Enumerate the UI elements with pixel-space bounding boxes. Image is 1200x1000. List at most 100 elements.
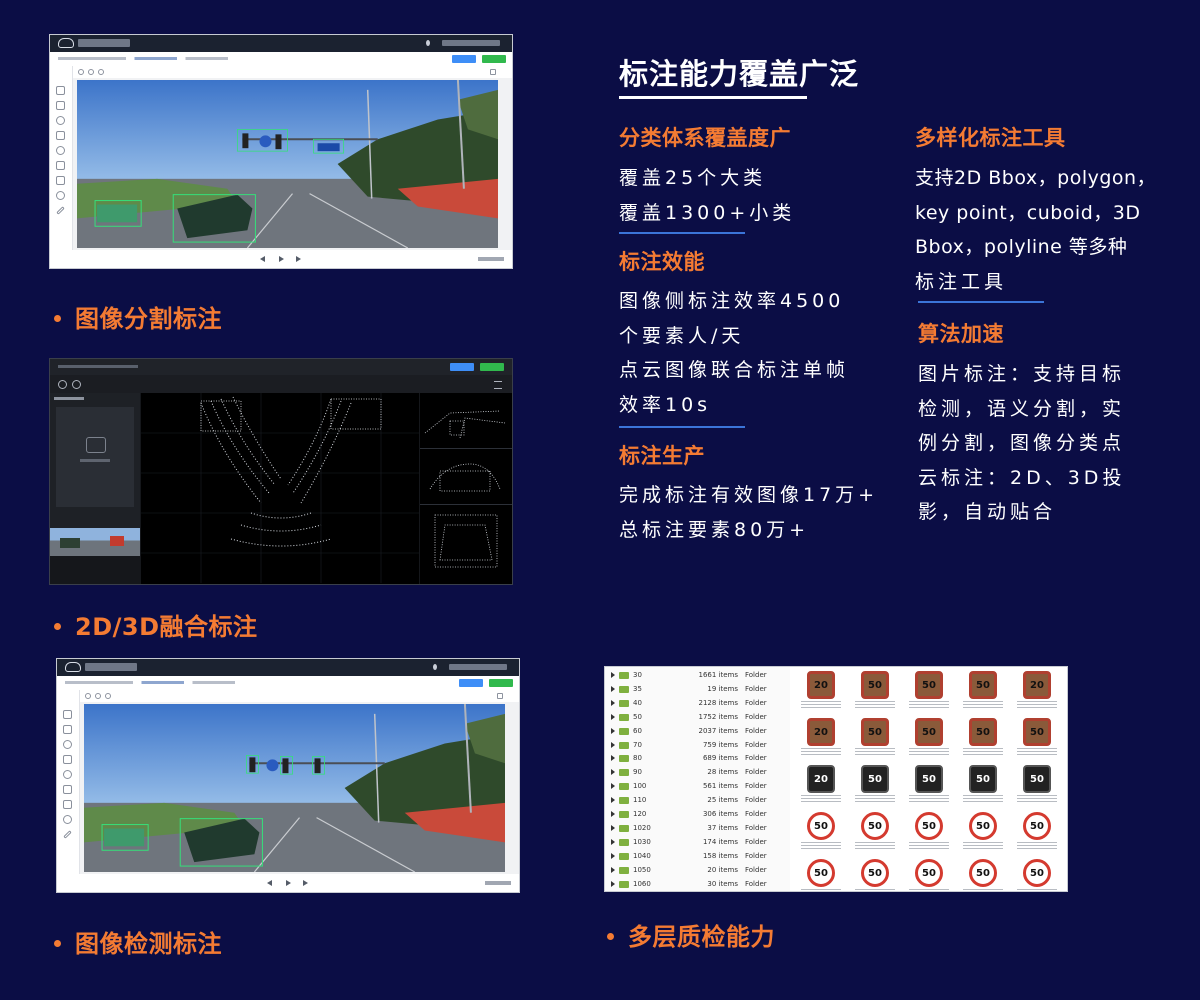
- sign-thumbnail[interactable]: 50: [915, 812, 943, 840]
- play-icon[interactable]: [286, 880, 291, 886]
- sign-thumbnail[interactable]: 50: [861, 859, 889, 887]
- sign-thumbnail[interactable]: 50: [1023, 718, 1051, 746]
- submit-button[interactable]: [480, 363, 504, 371]
- point-cloud-view[interactable]: [141, 393, 419, 584]
- brush-tool-icon[interactable]: [56, 191, 65, 200]
- sign-thumbnail[interactable]: 50: [915, 718, 943, 746]
- sign-thumbnail[interactable]: 50: [861, 765, 889, 793]
- move-tool-icon[interactable]: [56, 86, 65, 95]
- expand-arrow-icon[interactable]: [611, 824, 615, 831]
- expand-arrow-icon[interactable]: [611, 755, 615, 762]
- sign-thumbnail[interactable]: 50: [915, 859, 943, 887]
- cuboid-tool-icon[interactable]: [63, 770, 72, 779]
- save-button[interactable]: [452, 55, 476, 63]
- expand-arrow-icon[interactable]: [611, 672, 615, 678]
- sign-thumbnail[interactable]: 20: [807, 765, 835, 793]
- layer-tool-icon[interactable]: [56, 161, 65, 170]
- folder-row[interactable]: 50 1752 items Folder: [605, 711, 790, 724]
- zoom-in-icon[interactable]: [58, 380, 67, 389]
- folder-row[interactable]: 80 689 items Folder: [605, 752, 790, 765]
- folder-row[interactable]: 100 561 items Folder: [605, 780, 790, 793]
- delete-tool-icon[interactable]: [63, 800, 72, 809]
- fit-icon[interactable]: [98, 69, 104, 75]
- folder-row[interactable]: 70 759 items Folder: [605, 739, 790, 752]
- pen-tool-icon[interactable]: [56, 206, 65, 215]
- expand-arrow-icon[interactable]: [611, 769, 615, 776]
- sign-thumbnail[interactable]: 50: [969, 859, 997, 887]
- expand-arrow-icon[interactable]: [611, 852, 615, 859]
- expand-arrow-icon[interactable]: [611, 880, 615, 887]
- pen-tool-icon[interactable]: [63, 830, 72, 839]
- folder-row[interactable]: 90 28 items Folder: [605, 766, 790, 779]
- front-view[interactable]: [420, 393, 512, 449]
- sign-thumbnail[interactable]: 50: [969, 765, 997, 793]
- folder-row[interactable]: 120 306 items Folder: [605, 808, 790, 821]
- zoom-in-icon[interactable]: [85, 693, 91, 699]
- sign-thumbnail[interactable]: 50: [861, 671, 889, 699]
- bbox-tool-icon[interactable]: [63, 725, 72, 734]
- zoom-in-icon[interactable]: [78, 69, 84, 75]
- save-button[interactable]: [450, 363, 474, 371]
- folder-row[interactable]: 110 25 items Folder: [605, 794, 790, 807]
- zoom-out-icon[interactable]: [88, 69, 94, 75]
- rear-view[interactable]: [420, 505, 512, 584]
- expand-arrow-icon[interactable]: [611, 713, 615, 720]
- menu-icon[interactable]: [494, 381, 502, 389]
- sign-thumbnail[interactable]: 50: [807, 859, 835, 887]
- sign-thumbnail[interactable]: 50: [1023, 765, 1051, 793]
- expand-arrow-icon[interactable]: [611, 685, 615, 692]
- road-scene-image[interactable]: [84, 704, 505, 872]
- tag-icon[interactable]: [497, 693, 503, 699]
- folder-row[interactable]: 30 1661 items Folder: [605, 669, 790, 682]
- submit-button[interactable]: [489, 679, 513, 687]
- polygon-tool-icon[interactable]: [56, 116, 65, 125]
- fit-icon[interactable]: [105, 693, 111, 699]
- sign-thumbnail[interactable]: 50: [1023, 812, 1051, 840]
- folder-row[interactable]: 1040 158 items Folder: [605, 850, 790, 863]
- sign-thumbnail[interactable]: 50: [1023, 859, 1051, 887]
- layer-tool-icon[interactable]: [63, 785, 72, 794]
- sign-thumbnail[interactable]: 50: [969, 671, 997, 699]
- next-frame-icon[interactable]: [296, 256, 301, 262]
- point-tool-icon[interactable]: [63, 755, 72, 764]
- road-scene-image[interactable]: [77, 80, 498, 248]
- sign-thumbnail[interactable]: 50: [861, 718, 889, 746]
- next-frame-icon[interactable]: [303, 880, 308, 886]
- folder-row[interactable]: 1060 30 items Folder: [605, 878, 790, 891]
- sign-thumbnail[interactable]: 50: [915, 765, 943, 793]
- expand-arrow-icon[interactable]: [611, 838, 615, 845]
- side-view[interactable]: [420, 449, 512, 505]
- expand-arrow-icon[interactable]: [611, 811, 615, 817]
- zoom-out-icon[interactable]: [72, 380, 81, 389]
- cuboid-tool-icon[interactable]: [56, 146, 65, 155]
- sign-thumbnail[interactable]: 20: [1023, 671, 1051, 699]
- point-tool-icon[interactable]: [56, 131, 65, 140]
- bbox-tool-icon[interactable]: [56, 101, 65, 110]
- folder-row[interactable]: 1030 174 items Folder: [605, 836, 790, 849]
- play-icon[interactable]: [279, 256, 284, 262]
- save-button[interactable]: [459, 679, 483, 687]
- sign-thumbnail[interactable]: 50: [807, 812, 835, 840]
- sign-thumbnail[interactable]: 20: [807, 718, 835, 746]
- expand-arrow-icon[interactable]: [611, 783, 615, 790]
- folder-row[interactable]: 60 2037 items Folder: [605, 725, 790, 738]
- brush-tool-icon[interactable]: [63, 815, 72, 824]
- expand-arrow-icon[interactable]: [611, 699, 615, 706]
- submit-button[interactable]: [482, 55, 506, 63]
- sign-thumbnail[interactable]: 20: [807, 671, 835, 699]
- sign-thumbnail[interactable]: 50: [969, 718, 997, 746]
- folder-row[interactable]: 35 19 items Folder: [605, 683, 790, 696]
- camera-thumbnail[interactable]: [50, 528, 140, 556]
- sign-thumbnail[interactable]: 50: [861, 812, 889, 840]
- sign-thumbnail[interactable]: 50: [915, 671, 943, 699]
- polygon-tool-icon[interactable]: [63, 740, 72, 749]
- move-tool-icon[interactable]: [63, 710, 72, 719]
- expand-arrow-icon[interactable]: [611, 797, 615, 804]
- prev-frame-icon[interactable]: [267, 880, 272, 886]
- tag-icon[interactable]: [490, 69, 496, 75]
- prev-frame-icon[interactable]: [260, 256, 265, 262]
- delete-tool-icon[interactable]: [56, 176, 65, 185]
- folder-row[interactable]: 40 2128 items Folder: [605, 697, 790, 710]
- zoom-out-icon[interactable]: [95, 693, 101, 699]
- expand-arrow-icon[interactable]: [611, 866, 615, 873]
